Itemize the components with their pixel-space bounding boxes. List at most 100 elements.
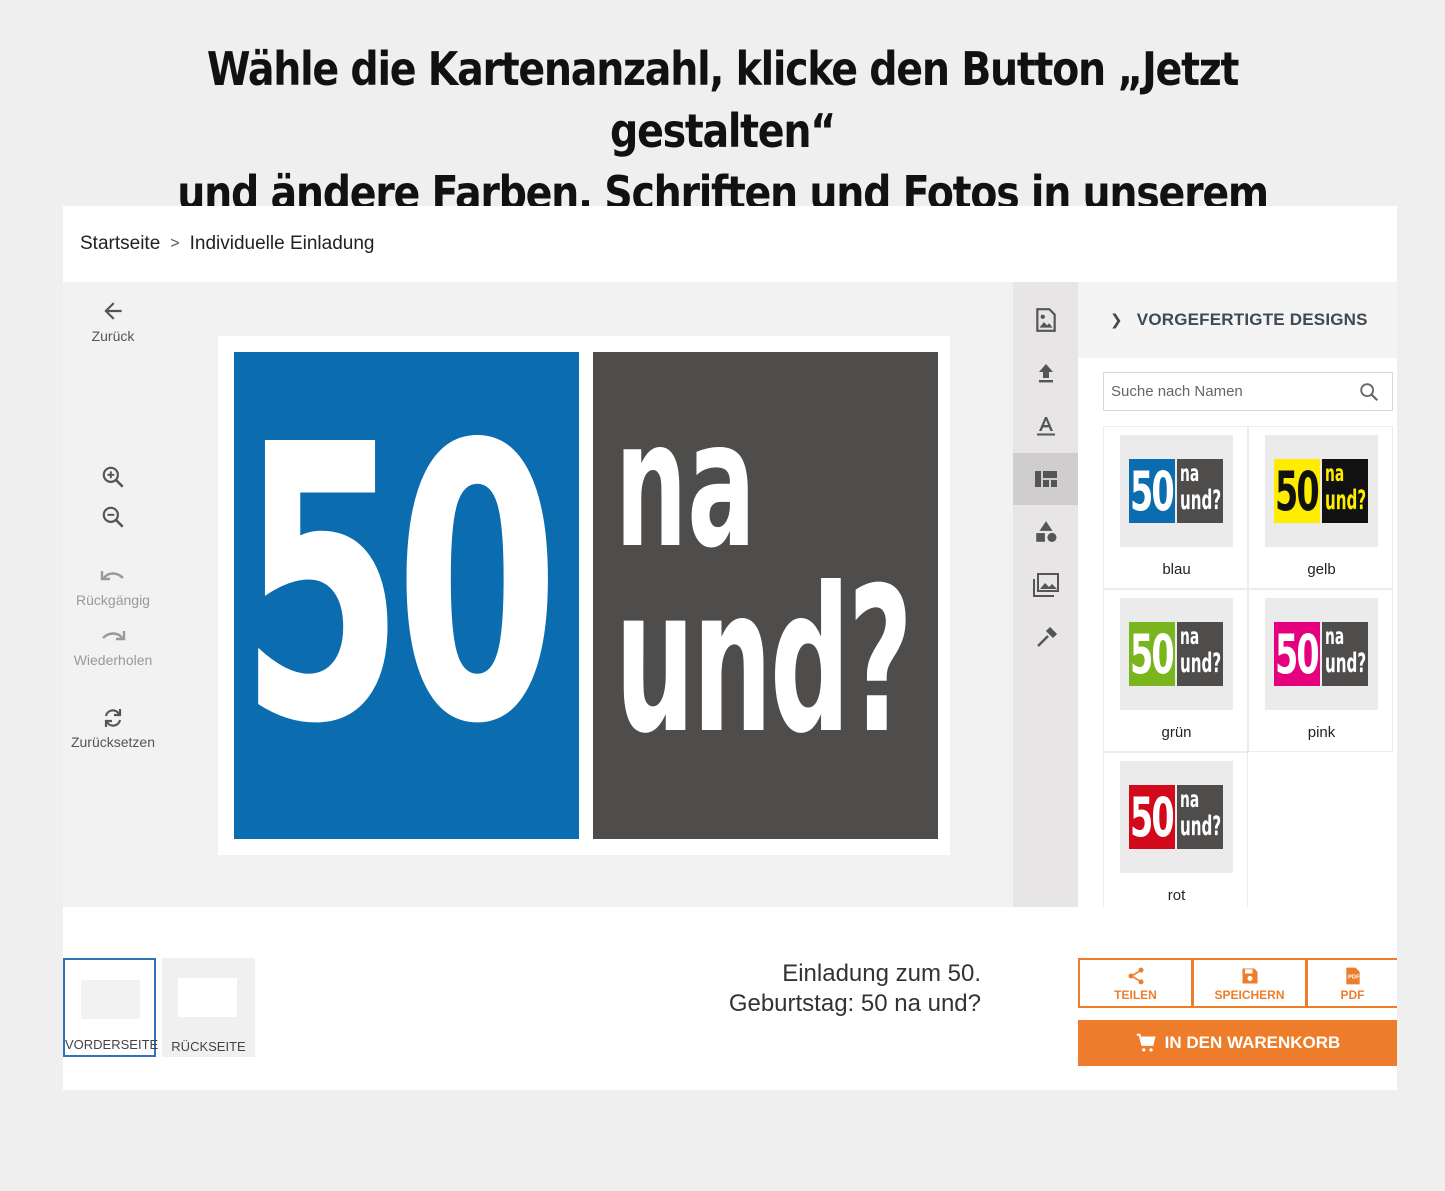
mini-line-1: na	[1325, 624, 1345, 650]
design-thumbnail: 50 na und?	[1265, 598, 1378, 710]
pdf-icon: PDF	[1345, 967, 1360, 985]
designs-panel: ❯ VORGEFERTIGTE DESIGNS 50 naund? blau 5…	[1078, 282, 1397, 907]
shapes-icon	[1035, 521, 1057, 542]
editor-app: Startseite > Individuelle Einladung Zurü…	[63, 206, 1397, 1090]
mini-right-panel: na und?	[1177, 785, 1223, 849]
text-tool-button[interactable]	[1013, 400, 1078, 452]
design-tile-gelb[interactable]: 50 na und? gelb	[1248, 426, 1393, 589]
design-search-input[interactable]	[1111, 383, 1351, 400]
designs-panel-header[interactable]: ❯ VORGEFERTIGTE DESIGNS	[1078, 282, 1397, 358]
card-number-text[interactable]: 50	[240, 396, 559, 776]
mini-right-panel: na und?	[1177, 622, 1223, 686]
design-thumbnail: 50 na und?	[1120, 598, 1233, 710]
mini-left-panel: 50	[1129, 622, 1175, 686]
layout-icon	[1034, 471, 1057, 487]
save-icon	[1242, 968, 1257, 984]
mini-right-panel: na und?	[1177, 459, 1223, 523]
tool-icon-bar	[1013, 282, 1078, 907]
cart-icon	[1136, 1033, 1156, 1052]
page-thumb-front[interactable]: VORDERSEITE	[63, 958, 159, 1057]
design-thumbnail: 50 na und?	[1120, 435, 1233, 547]
product-title-line-1: Einladung zum 50.	[782, 960, 981, 987]
undo-icon	[100, 571, 124, 581]
card-right-panel[interactable]: na und?	[593, 352, 938, 839]
reset-icon	[104, 709, 122, 727]
reset-label: Zurücksetzen	[70, 734, 156, 750]
zoom-out-button[interactable]	[63, 504, 163, 530]
chevron-right-icon: ❯	[1110, 312, 1123, 329]
design-tile-pink[interactable]: 50 na und? pink	[1248, 589, 1393, 752]
mini-number: 50	[1130, 786, 1175, 849]
design-tile-blau[interactable]: 50 na und? blau	[1103, 426, 1248, 589]
redo-button[interactable]: Wiederholen	[63, 626, 163, 668]
design-thumbnail: 50 na und?	[1265, 435, 1378, 547]
breadcrumb-home[interactable]: Startseite	[80, 233, 160, 255]
text-icon	[1036, 417, 1055, 436]
card-text-line-2[interactable]: und?	[615, 562, 913, 762]
layout-button[interactable]	[1013, 453, 1078, 505]
mini-line-2: und?	[1180, 485, 1222, 516]
search-icon[interactable]	[1358, 381, 1380, 403]
mini-left-panel: 50	[1274, 459, 1320, 523]
design-tile-gruen[interactable]: 50 na und? grün	[1103, 589, 1248, 752]
product-title: Einladung zum 50. Geburtstag: 50 na und?	[581, 959, 981, 1019]
gallery-icon	[1032, 573, 1059, 597]
arrow-left-icon	[104, 302, 122, 320]
pdf-icon-text: PDF	[1348, 975, 1360, 981]
back-label: Zurück	[91, 328, 135, 344]
share-label: TEILEN	[1114, 988, 1157, 1002]
page-preview	[178, 978, 237, 1017]
page-label-front: VORDERSEITE	[65, 1037, 159, 1052]
page-thumb-back[interactable]: RÜCKSEITE	[162, 958, 255, 1057]
mini-line-1: na	[1180, 787, 1200, 813]
shapes-button[interactable]	[1013, 506, 1078, 558]
eyedropper-button[interactable]	[1013, 612, 1078, 664]
mini-line-2: und?	[1325, 485, 1367, 516]
page-preview	[81, 980, 140, 1019]
mini-line-1: na	[1325, 461, 1345, 487]
mini-number: 50	[1275, 623, 1320, 686]
save-button[interactable]: SPEICHERN	[1192, 958, 1307, 1008]
back-button[interactable]: Zurück	[63, 298, 163, 344]
mini-left-panel: 50	[1274, 622, 1320, 686]
undo-button[interactable]: Rückgängig	[63, 566, 163, 608]
add-to-cart-label: IN DEN WARENKORB	[1164, 1033, 1341, 1052]
mini-right-panel: na und?	[1322, 459, 1368, 523]
design-thumbnail: 50 na und?	[1120, 761, 1233, 873]
upload-icon	[1038, 364, 1053, 383]
image-edit-button[interactable]	[1013, 294, 1078, 346]
add-to-cart-button[interactable]: IN DEN WARENKORB	[1078, 1020, 1397, 1066]
breadcrumb-separator: >	[170, 235, 180, 252]
card-left-panel[interactable]: 50	[234, 352, 579, 839]
breadcrumb: Startseite > Individuelle Einladung	[63, 206, 1397, 282]
mini-line-2: und?	[1180, 648, 1222, 679]
mini-number: 50	[1130, 623, 1175, 686]
pdf-label: PDF	[1340, 988, 1365, 1002]
save-label: SPEICHERN	[1214, 988, 1285, 1002]
mini-line-2: und?	[1325, 648, 1367, 679]
redo-icon	[102, 631, 126, 641]
product-title-line-2: Geburtstag: 50 na und?	[728, 990, 981, 1017]
bottom-bar: VORDERSEITE RÜCKSEITE Einladung zum 50. …	[63, 907, 1397, 1090]
undo-label: Rückgängig	[76, 592, 150, 608]
share-button[interactable]: TEILEN	[1078, 958, 1193, 1008]
breadcrumb-current[interactable]: Individuelle Einladung	[190, 233, 375, 255]
zoom-in-button[interactable]	[63, 464, 163, 490]
mini-left-panel: 50	[1129, 459, 1175, 523]
reset-button[interactable]: Zurücksetzen	[63, 706, 163, 750]
upload-button[interactable]	[1013, 347, 1078, 399]
eyedropper-icon	[1036, 626, 1057, 647]
share-icon	[1128, 967, 1143, 985]
pdf-button[interactable]: PDF PDF	[1306, 958, 1397, 1008]
card-preview[interactable]: 50 na und?	[218, 336, 950, 855]
redo-label: Wiederholen	[73, 652, 153, 668]
design-tile-rot[interactable]: 50 na und? rot	[1103, 752, 1248, 907]
headline-line-1: Wähle die Kartenanzahl, klicke den Butto…	[206, 42, 1239, 158]
design-name: gelb	[1307, 561, 1336, 578]
page-label-back: RÜCKSEITE	[171, 1039, 246, 1054]
zoom-out-icon	[102, 506, 124, 528]
designs-panel-title: VORGEFERTIGTE DESIGNS	[1136, 310, 1368, 329]
gallery-button[interactable]	[1013, 559, 1078, 611]
mini-right-panel: na und?	[1322, 622, 1368, 686]
design-search	[1103, 372, 1393, 411]
